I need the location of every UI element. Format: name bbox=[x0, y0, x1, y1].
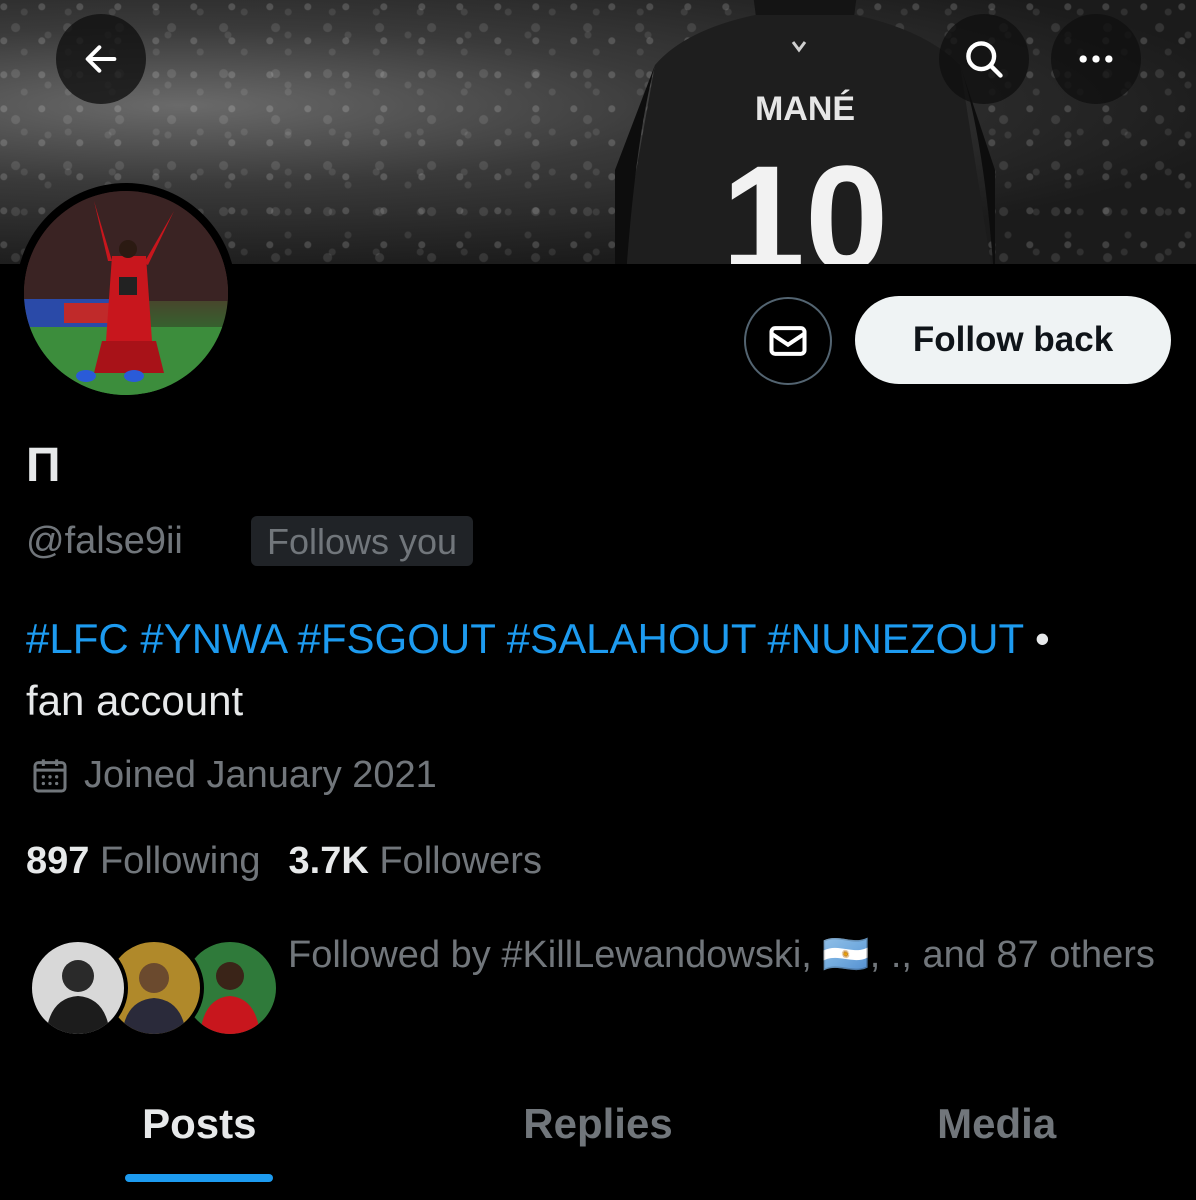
avatar-photo bbox=[24, 191, 228, 395]
profile-bio: #LFC #YNWA #FSGOUT #SALAHOUT #NUNEZOUT •… bbox=[26, 608, 1186, 732]
bio-text: fan account bbox=[26, 677, 244, 724]
back-button[interactable] bbox=[56, 14, 146, 104]
followers-link[interactable]: 3.7K Followers bbox=[289, 838, 542, 884]
user-handle: @false9ii bbox=[26, 520, 183, 562]
bio-hashtags[interactable]: #LFC #YNWA #FSGOUT #SALAHOUT #NUNEZOUT bbox=[26, 615, 1023, 662]
following-label: Following bbox=[99, 840, 261, 882]
tab-replies[interactable]: Replies bbox=[399, 1082, 798, 1200]
tab-posts[interactable]: Posts bbox=[0, 1082, 399, 1200]
followers-label: Followers bbox=[379, 840, 542, 882]
more-button[interactable] bbox=[1051, 14, 1141, 104]
display-name: П bbox=[26, 439, 61, 492]
mutual-avatar bbox=[28, 938, 128, 1038]
calendar-icon bbox=[33, 758, 67, 792]
banner-player-image: MANÉ 10 bbox=[615, 0, 995, 264]
follow-back-button[interactable]: Follow back bbox=[855, 296, 1171, 384]
following-link[interactable]: 897 Following bbox=[26, 838, 261, 884]
followed-by-prefix: Followed by #KillLewandowski, bbox=[288, 934, 823, 976]
follows-you-badge: Follows you bbox=[251, 516, 474, 566]
more-horizontal-icon bbox=[1079, 55, 1113, 63]
message-button[interactable] bbox=[744, 297, 832, 385]
avatar-celebrating-player-image bbox=[24, 191, 228, 395]
envelope-icon bbox=[769, 326, 807, 356]
tab-media[interactable]: Media bbox=[797, 1082, 1196, 1200]
mutual-followers-avatars[interactable] bbox=[28, 938, 280, 1038]
following-count: 897 bbox=[26, 840, 90, 882]
profile-avatar[interactable] bbox=[16, 183, 236, 403]
joined-text: Joined January 2021 bbox=[84, 754, 437, 796]
joined-date: Joined January 2021 bbox=[30, 754, 437, 797]
followed-by-text[interactable]: Followed by #KillLewandowski, 🇦🇷, ., and… bbox=[288, 924, 1168, 986]
search-button[interactable] bbox=[939, 14, 1029, 104]
jersey-number: 10 bbox=[722, 134, 889, 264]
bio-separator: • bbox=[1023, 615, 1050, 662]
followers-count: 3.7K bbox=[288, 840, 369, 882]
arrow-left-icon bbox=[85, 45, 117, 73]
argentina-flag-icon: 🇦🇷 bbox=[822, 934, 870, 976]
followed-by-suffix: , ., and 87 others bbox=[869, 934, 1155, 976]
jersey-name: MANÉ bbox=[755, 90, 855, 128]
follow-stats: 897 Following 3.7K Followers bbox=[26, 838, 542, 884]
profile-tabs: Posts Replies Media bbox=[0, 1082, 1196, 1200]
search-icon bbox=[966, 41, 1003, 78]
